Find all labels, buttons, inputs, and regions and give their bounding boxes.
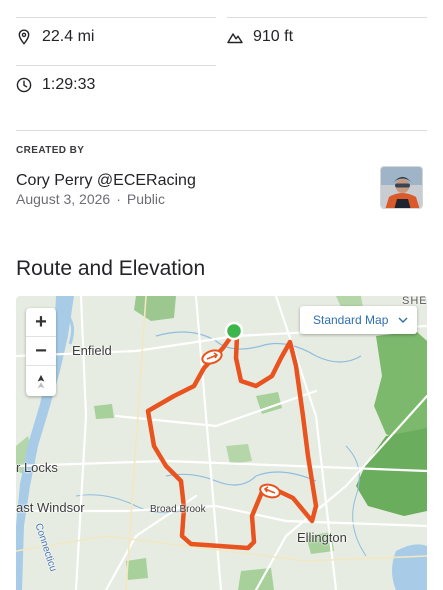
- compass-button[interactable]: [26, 366, 56, 396]
- map-label-locks: r Locks: [16, 460, 58, 475]
- time-value: 1:29:33: [42, 76, 96, 93]
- elevation-stat: 910 ft: [227, 28, 293, 46]
- compass-icon: [37, 374, 45, 388]
- map-label-enfield: Enfield: [72, 343, 112, 358]
- distance-stat: 22.4 mi: [16, 28, 94, 46]
- route-stats: 22.4 mi 910 ft 1:29:33: [16, 0, 427, 130]
- divider: [16, 17, 216, 18]
- map-label-east-windsor: ast Windsor: [16, 500, 85, 515]
- visibility-label: Public: [126, 191, 165, 207]
- created-by-label: CREATED BY: [16, 145, 85, 156]
- zoom-in-button[interactable]: +: [26, 308, 56, 337]
- map-label-ellington: Ellington: [297, 530, 347, 545]
- creator-meta: August 3, 2026 · Public: [16, 191, 165, 207]
- time-stat: 1:29:33: [16, 76, 95, 94]
- map-controls: + −: [26, 308, 56, 396]
- route-map[interactable]: Enfield r Locks ast Windsor Broad Brook …: [16, 296, 427, 590]
- map-style-label: Standard Map: [313, 313, 389, 327]
- distance-value: 22.4 mi: [42, 28, 95, 45]
- divider: [16, 65, 216, 66]
- zoom-out-button[interactable]: −: [26, 337, 56, 366]
- mountain-icon: [227, 33, 243, 44]
- clock-icon: [16, 77, 32, 93]
- elevation-value: 910 ft: [253, 28, 294, 45]
- creator-section: CREATED BY Cory Perry @ECERacing August …: [16, 130, 427, 240]
- avatar[interactable]: [380, 166, 423, 209]
- map-label-broad-brook: Broad Brook: [150, 504, 206, 515]
- section-title: Route and Elevation: [16, 257, 206, 280]
- location-pin-icon: [18, 29, 30, 45]
- map-base: [16, 296, 427, 590]
- divider: [227, 17, 427, 18]
- avatar-image: [381, 167, 422, 208]
- meta-separator: ·: [116, 191, 121, 207]
- creator-name[interactable]: Cory Perry @ECERacing: [16, 172, 196, 190]
- created-date: August 3, 2026: [16, 191, 111, 207]
- chevron-down-icon: [398, 317, 408, 323]
- map-style-dropdown[interactable]: Standard Map: [300, 306, 417, 334]
